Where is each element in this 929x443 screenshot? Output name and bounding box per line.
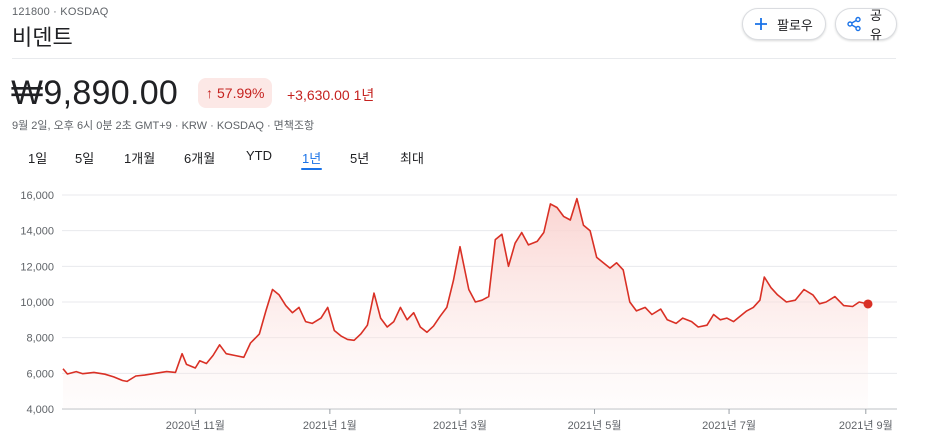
current-price: ₩9,890.00 (11, 74, 179, 112)
absolute-change-value: +3,630.00 (287, 87, 350, 103)
tab-1d[interactable]: 1일 (28, 148, 47, 167)
follow-label: 팔로우 (777, 17, 813, 33)
x-tick-label: 2021년 3월 (433, 419, 487, 432)
y-tick-label: 8,000 (26, 333, 54, 345)
y-tick-label: 12,000 (20, 261, 54, 273)
header-divider (12, 58, 896, 59)
share-button[interactable]: 공유 (835, 8, 897, 42)
share-label: 공유 (870, 8, 882, 42)
last-price-dot (863, 299, 873, 309)
quote-meta: 9월 2일, 오후 6시 0분 2초 GMT+9 · KRW · KOSDAQ … (12, 120, 315, 132)
x-tick-label: 2021년 1월 (303, 419, 357, 432)
price-chart[interactable]: 4,0006,0008,00010,00012,00014,00016,000 … (0, 180, 929, 443)
tab-5d[interactable]: 5일 (75, 148, 94, 167)
plus-icon (753, 16, 769, 32)
y-tick-label: 16,000 (20, 190, 54, 202)
ticker-exchange: 121800 · KOSDAQ (12, 6, 109, 18)
percent-change-badge: ↑ 57.99% (198, 78, 273, 108)
tab-1m[interactable]: 1개월 (124, 148, 155, 167)
y-tick-label: 14,000 (20, 226, 54, 238)
x-tick-label: 2021년 9월 (839, 419, 893, 432)
change-period: 1년 (353, 87, 375, 103)
y-tick-label: 10,000 (20, 297, 54, 309)
absolute-change: +3,630.00 1년 (287, 85, 374, 105)
x-axis: 2020년 11월 2021년 1월 2021년 3월 2021년 5월 2021년 7… (166, 409, 893, 432)
company-name: 비덴트 (12, 25, 73, 50)
share-icon (846, 16, 862, 32)
tab-1y[interactable]: 1년 (301, 148, 323, 170)
tab-ytd[interactable]: YTD (246, 148, 272, 163)
tab-5y[interactable]: 5년 (350, 148, 369, 167)
tab-6m[interactable]: 6개월 (184, 148, 215, 167)
x-tick-label: 2021년 5월 (568, 419, 622, 432)
price-area-fill (63, 198, 868, 409)
percent-change: 57.99% (217, 85, 265, 101)
x-tick-label: 2021년 7월 (702, 419, 756, 432)
y-tick-label: 4,000 (26, 404, 54, 416)
active-tab-underline (301, 168, 323, 170)
x-tick-label: 2020년 11월 (166, 419, 225, 432)
tab-max[interactable]: 최대 (400, 148, 424, 167)
y-tick-label: 6,000 (26, 368, 54, 380)
arrow-up-icon: ↑ (206, 85, 213, 101)
follow-button[interactable]: 팔로우 (742, 8, 826, 40)
